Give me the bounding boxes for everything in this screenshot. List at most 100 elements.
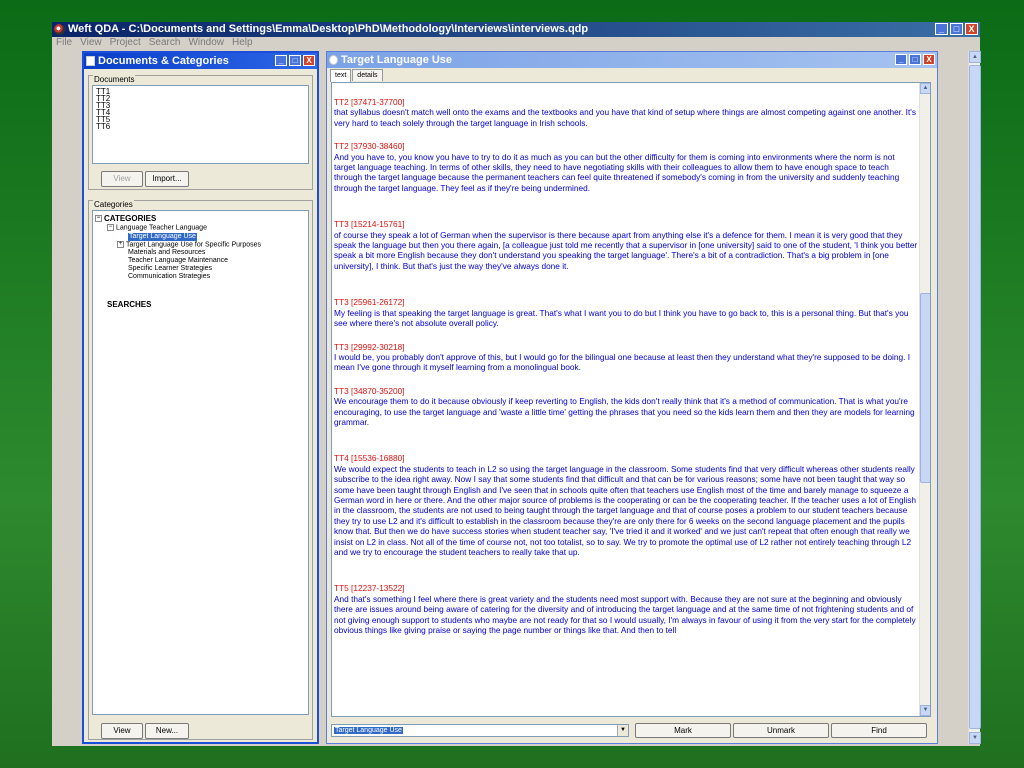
segment-reference: TT5 [12237-13522]	[334, 583, 405, 594]
maximize-button[interactable]: □	[950, 23, 963, 35]
categories-label: Categories	[93, 200, 134, 209]
segment-reference: TT3 [29992-30218]	[334, 341, 405, 352]
scroll-thumb[interactable]	[969, 65, 981, 729]
categories-group: Categories − CATEGORIES − Language Teacher…	[88, 200, 313, 740]
new-category-button[interactable]: New...	[145, 723, 189, 739]
documents-categories-window: Documents & Categories _ □ X Documents T…	[82, 51, 319, 744]
segment-text: I would be, you probably don't approve o…	[334, 351, 911, 373]
child-maximize-button[interactable]: □	[289, 55, 301, 66]
tree-root-searches[interactable]: SEARCHES	[107, 301, 151, 309]
categories-tree[interactable]: − CATEGORIES − Language Teacher Language T…	[92, 210, 309, 715]
window-icon	[86, 56, 95, 66]
view-document-button[interactable]: View	[101, 171, 143, 187]
import-button[interactable]: Import...	[145, 171, 189, 187]
category-select-value: Target Language Use	[334, 727, 403, 734]
tree-item-label: Target Language Use for Specific Purpose…	[126, 241, 262, 249]
category-view-window: Target Language Use _ □ X text details T…	[326, 51, 938, 744]
collapse-toggle[interactable]: −	[107, 224, 114, 231]
tree-item-maintenance[interactable]: Teacher Language Maintenance	[128, 257, 228, 265]
child-close-button[interactable]: X	[923, 54, 935, 65]
document-item[interactable]: TT5	[96, 116, 305, 124]
close-button[interactable]: X	[965, 23, 978, 35]
text-segment: TT4 [15536-16880] We would expect the st…	[334, 453, 918, 557]
category-view-title: Target Language Use	[341, 54, 453, 66]
dropdown-arrow-icon[interactable]: ▼	[617, 725, 628, 736]
segment-text: And you have to, you know you have to tr…	[334, 151, 900, 193]
view-category-button[interactable]: View	[101, 723, 143, 739]
segment-reference: TT2 [37471-37700]	[334, 97, 405, 107]
child-maximize-button[interactable]: □	[909, 54, 921, 65]
app-title: Weft QDA - C:\Documents and Settings\Emm…	[68, 23, 589, 35]
tree-item-language-teacher-language[interactable]: − Language Teacher Language	[107, 224, 207, 232]
weft-app-icon	[54, 24, 65, 35]
unmark-button[interactable]: Unmark	[733, 723, 829, 738]
documents-list[interactable]: TT1 TT2 TT3 TT4 TT5 TT6	[92, 85, 309, 164]
document-item[interactable]: TT1	[96, 88, 305, 96]
child-close-button[interactable]: X	[303, 55, 315, 66]
category-view-titlebar[interactable]: Target Language Use _ □ X	[327, 52, 937, 68]
segment-reference: TT3 [34870-35200]	[334, 385, 405, 396]
scroll-down-icon[interactable]: ▼	[969, 732, 981, 744]
tree-root-label: CATEGORIES	[104, 214, 157, 223]
scroll-thumb[interactable]	[920, 293, 930, 483]
category-select[interactable]: Target Language Use ▼	[331, 724, 629, 737]
tab-details[interactable]: details	[352, 69, 383, 81]
child-minimize-button[interactable]: _	[895, 54, 907, 65]
menu-search[interactable]: Search	[149, 37, 181, 49]
scroll-up-icon[interactable]: ▲	[920, 83, 930, 94]
menu-help[interactable]: Help	[232, 37, 253, 49]
tab-text[interactable]: text	[330, 69, 352, 82]
menu-file[interactable]: File	[56, 37, 72, 49]
menu-bar: File View Project Search Window Help	[52, 37, 980, 49]
text-segment: TT3 [15214-15761] of course they speak a …	[334, 219, 918, 271]
workspace-scrollbar[interactable]: ▲ ▼	[968, 51, 981, 744]
text-segment: TT3 [29992-30218] I would be, you probabl…	[334, 342, 918, 373]
menu-project[interactable]: Project	[110, 37, 141, 49]
tree-item-label: Language Teacher Language	[116, 224, 207, 232]
segment-text: We would expect the students to teach in…	[334, 463, 917, 557]
menu-window[interactable]: Window	[188, 37, 224, 49]
segment-text: We encourage them to do it because obvio…	[334, 396, 915, 427]
app-titlebar: Weft QDA - C:\Documents and Settings\Emm…	[52, 22, 980, 37]
text-segment: TT5 [12237-13522] And that's something I…	[334, 583, 918, 635]
text-segment: TT3 [34870-35200] We encourage them to do…	[334, 386, 918, 428]
document-item[interactable]: TT3	[96, 102, 305, 110]
segment-reference: TT3 [25961-26172]	[334, 297, 405, 308]
tree-root-categories[interactable]: − CATEGORIES	[95, 215, 156, 223]
documents-group: Documents TT1 TT2 TT3 TT4 TT5 TT6 View I…	[88, 75, 313, 190]
segment-text: And that's something I feel where there …	[334, 593, 916, 636]
segment-text: My feeling is that speaking the target l…	[334, 307, 909, 329]
coded-text-pane[interactable]: TT2 [37471-37700] that syllabus doesn't m…	[331, 82, 931, 717]
scroll-down-icon[interactable]: ▼	[920, 705, 930, 716]
minimize-button[interactable]: _	[935, 23, 948, 35]
tree-item-learner-strategies[interactable]: Specific Learner Strategies	[128, 265, 212, 273]
view-tabs: text details	[330, 69, 384, 82]
tree-item-materials[interactable]: Materials and Resources	[128, 249, 205, 257]
child-minimize-button[interactable]: _	[275, 55, 287, 66]
tree-item-communication-strategies[interactable]: Communication Strategies	[128, 273, 210, 281]
scroll-up-icon[interactable]: ▲	[969, 51, 981, 63]
text-segment: TT2 [37930-38460] And you have to, you kn…	[334, 141, 918, 193]
segment-text: that syllabus doesn't match well onto th…	[334, 107, 916, 128]
documents-categories-titlebar[interactable]: Documents & Categories _ □ X	[84, 53, 317, 69]
segment-reference: TT4 [15536-16880]	[334, 453, 405, 464]
find-button[interactable]: Find	[831, 723, 927, 738]
collapse-toggle[interactable]: −	[95, 215, 102, 223]
document-item[interactable]: TT4	[96, 109, 305, 117]
expand-toggle[interactable]: +	[117, 241, 124, 248]
menu-view[interactable]: View	[80, 37, 102, 49]
documents-categories-title: Documents & Categories	[98, 55, 229, 67]
mark-button[interactable]: Mark	[635, 723, 731, 738]
coded-text-content: TT2 [37471-37700] that syllabus doesn't m…	[334, 97, 918, 648]
document-item[interactable]: TT2	[96, 95, 305, 103]
segment-reference: TT3 [15214-15761]	[334, 219, 405, 230]
document-item[interactable]: TT6	[96, 123, 305, 131]
window-icon	[329, 55, 338, 65]
coding-toolbar: Target Language Use ▼ Mark Unmark Find	[331, 723, 931, 739]
documents-label: Documents	[93, 75, 136, 84]
text-segment: TT2 [37471-37700] that syllabus doesn't m…	[334, 97, 918, 128]
text-scrollbar[interactable]: ▲ ▼	[919, 83, 930, 716]
segment-text: of course they speak a lot of German whe…	[334, 229, 918, 271]
text-segment: TT3 [25961-26172] My feeling is that spea…	[334, 297, 918, 328]
tree-item-target-language-use[interactable]: Target Language Use	[128, 233, 197, 241]
